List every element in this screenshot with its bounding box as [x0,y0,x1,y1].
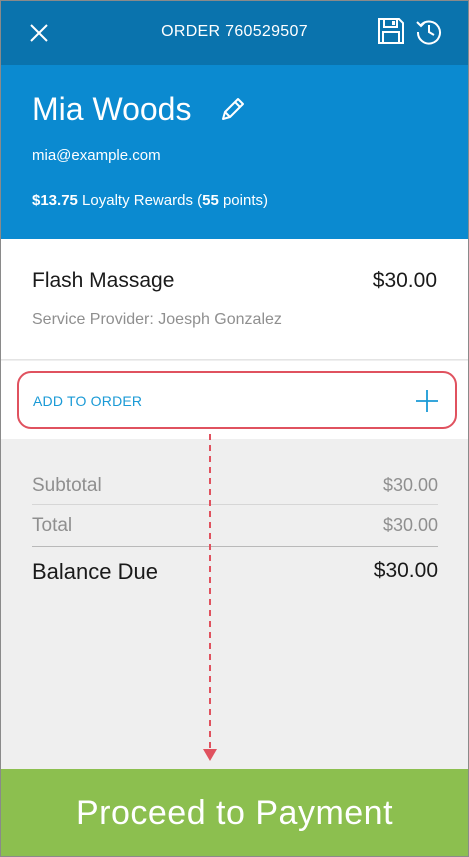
order-screen: ORDER 760529507 Mia Woods mia@example.co… [0,0,469,857]
customer-email: mia@example.com [32,147,161,164]
total-label: Total [32,515,73,536]
plus-icon [416,390,438,412]
balance-due-label: Balance Due [32,559,158,584]
total-value: $30.00 [382,515,438,535]
add-to-order-label: ADD TO ORDER [33,393,143,409]
loyalty-points: 55 [202,192,219,209]
item-name: Flash Massage [32,269,175,292]
loyalty-amount: $13.75 [32,192,78,209]
customer-name: Mia Woods [32,91,192,127]
customer-header: Mia Woods mia@example.com $13.75 Loyalty… [1,65,468,239]
loyalty-rewards: $13.75 Loyalty Rewards (55 points) [32,192,268,209]
history-icon[interactable] [415,17,443,45]
loyalty-suffix: points) [218,192,268,209]
subtotal-value: $30.00 [382,475,438,495]
order-line-item[interactable]: Flash Massage $30.00 Service Provider: J… [1,239,468,360]
total-row: Total $30.00 [32,515,438,547]
subtotal-row: Subtotal $30.00 [32,475,438,505]
loyalty-text: Loyalty Rewards ( [77,192,203,209]
subtotal-label: Subtotal [32,475,102,496]
top-bar: ORDER 760529507 [1,1,468,65]
proceed-to-payment-button[interactable]: Proceed to Payment [1,769,468,856]
item-provider: Service Provider: Joesph Gonzalez [32,311,282,328]
pencil-icon[interactable] [219,97,245,123]
add-to-order-section: ADD TO ORDER [1,361,468,439]
balance-due-row: Balance Due $30.00 [32,559,438,589]
add-to-order-button[interactable]: ADD TO ORDER [17,371,457,429]
balance-due-value: $30.00 [373,559,438,582]
save-icon[interactable] [377,17,405,45]
item-price: $30.00 [372,269,437,292]
totals-section: Subtotal $30.00 Total $30.00 Balance Due… [1,439,468,769]
